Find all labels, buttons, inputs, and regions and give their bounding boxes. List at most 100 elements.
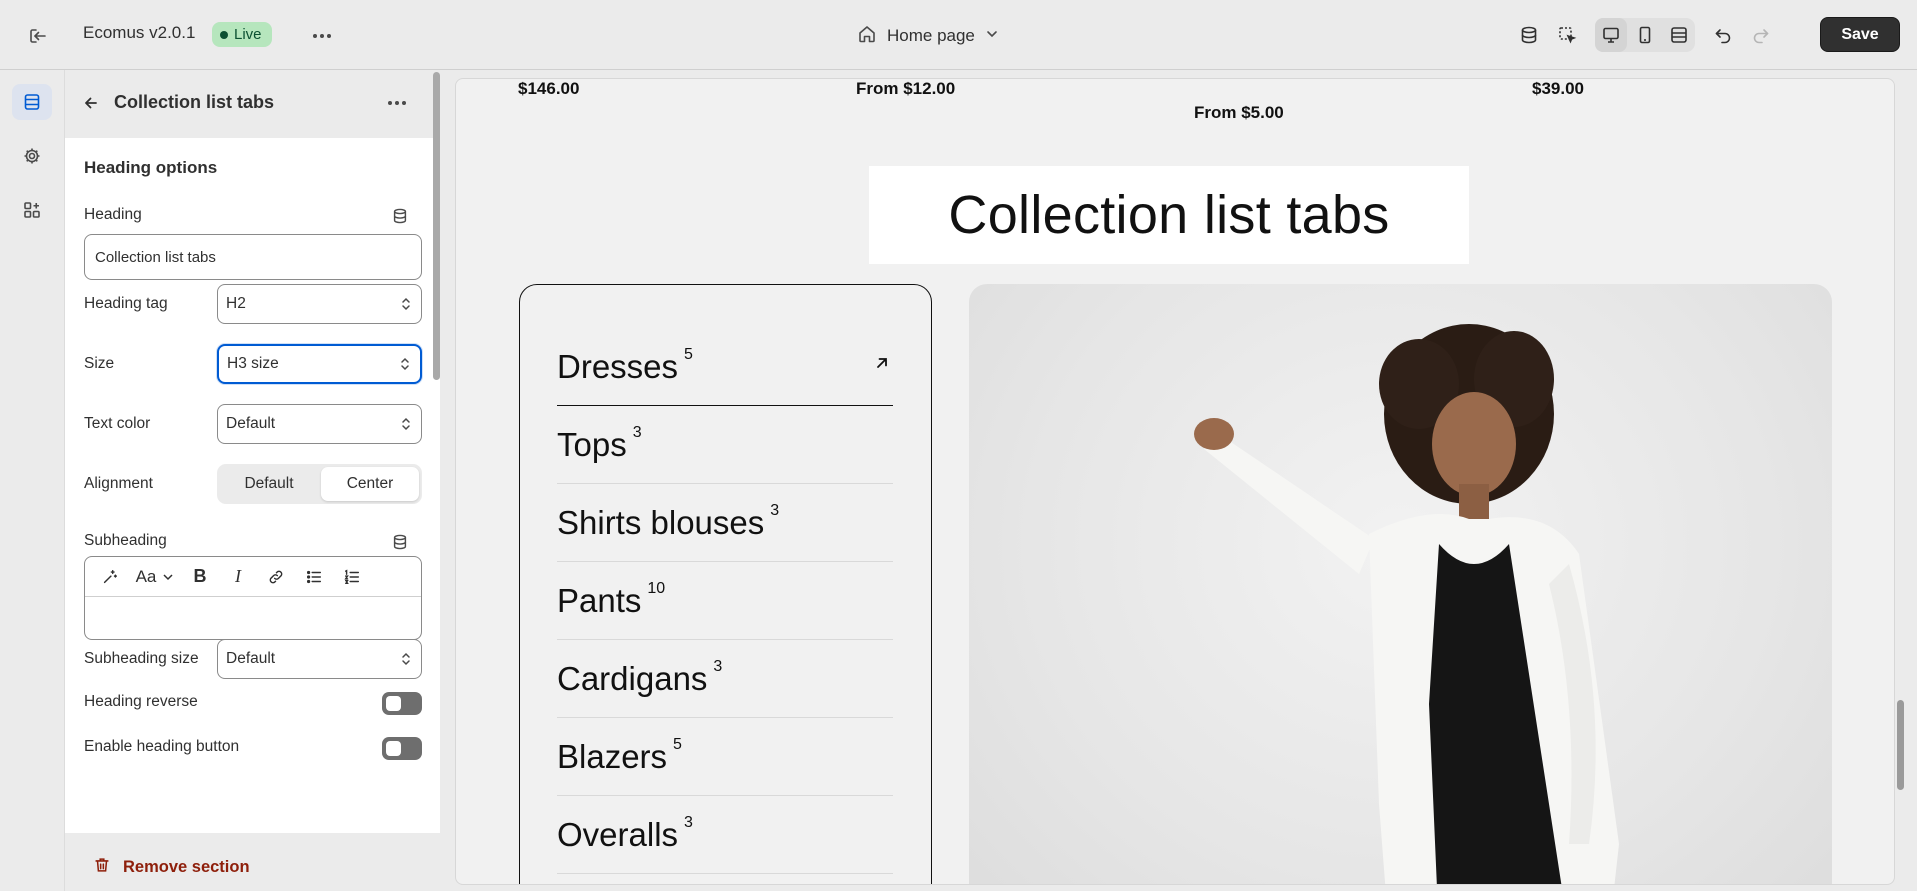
heading-reverse-toggle[interactable] [382,692,422,715]
panel-title: Collection list tabs [114,92,275,112]
tab-count: 5 [673,735,682,753]
tab-name: Cardigans [557,659,708,697]
exit-icon[interactable] [24,22,52,50]
collection-tab[interactable]: Dresses 5 [557,328,893,406]
magic-icon[interactable] [93,562,127,592]
trash-icon [93,856,111,879]
heading-tag-value: H2 [226,295,246,312]
collection-tab[interactable]: Tops 3 [557,406,893,484]
page-selector-label: Home page [887,26,975,45]
page-selector[interactable]: Home page [857,20,999,52]
text-color-label: Text color [84,415,151,432]
select-chevron-icon [399,294,413,314]
select-chevron-icon [399,649,413,669]
mobile-view-icon[interactable] [1629,18,1661,52]
alignment-label: Alignment [84,475,153,492]
tab-name: Blazers [557,737,668,775]
undo-icon[interactable] [1707,18,1739,52]
bold-icon[interactable]: B [183,562,217,592]
text-color-select[interactable]: Default [217,404,422,444]
section-more-icon[interactable] [383,90,411,116]
tab-count: 10 [647,579,666,597]
toggle-knob [386,741,401,756]
tab-count: 5 [684,345,693,363]
collection-tab[interactable]: Shirts blouses 3 [557,484,893,562]
dynamic-source-icon[interactable] [390,532,410,552]
heading-input[interactable]: Collection list tabs [84,234,422,280]
select-chevron-icon [399,414,413,434]
apps-icon[interactable] [12,192,52,228]
alignment-option-center[interactable]: Center [321,467,419,501]
text-color-value: Default [226,415,276,432]
heading-tag-label: Heading tag [84,295,168,312]
product-price: $146.00 [518,79,580,98]
save-button[interactable]: Save [1820,17,1900,52]
product-price: From $12.00 [856,79,956,98]
alignment-segmented: Default Center [217,464,422,504]
link-icon[interactable] [259,562,293,592]
tab-name: Dresses [557,347,679,385]
italic-icon[interactable]: I [221,562,255,592]
size-select[interactable]: H3 size [217,344,422,384]
subheading-label: Subheading [84,532,167,549]
size-label: Size [84,355,115,372]
arrow-up-right-icon [873,354,893,374]
remove-section-label: Remove section [123,858,250,876]
tab-count: 3 [632,423,642,441]
panel-header: Collection list tabs [65,70,445,136]
tab-name: Overalls [557,815,679,853]
database-sync-icon[interactable] [1513,18,1545,52]
rich-text-toolbar: Aa B I [85,557,421,597]
size-value: H3 size [227,355,279,372]
collection-tab[interactable]: Pants 10 [557,562,893,640]
live-badge-label: Live [234,26,262,43]
collection-image [969,284,1832,884]
bullet-list-icon[interactable] [297,562,331,592]
gear-icon[interactable] [12,138,52,174]
collection-tab[interactable]: Blazers 5 [557,718,893,796]
subheading-editor[interactable] [85,597,421,639]
heading-reverse-label: Heading reverse [84,693,198,710]
subheading-size-label: Subheading size [84,650,199,667]
collection-tab[interactable]: Overalls 3 [557,796,893,874]
alignment-option-default[interactable]: Default [220,467,318,501]
live-badge: Live [212,22,272,47]
toggle-knob [386,696,401,711]
more-actions-icon[interactable] [308,22,336,50]
section-heading[interactable]: Collection list tabs [869,166,1469,264]
heading-options-title: Heading options [84,158,218,177]
enable-heading-button-toggle[interactable] [382,737,422,760]
collection-tab[interactable]: Cardigans 3 [557,640,893,718]
heading-label: Heading [84,206,142,223]
preview-scrollbar[interactable] [1897,700,1904,790]
collection-tabs-list: Dresses 5 Tops 3 Shirts blouses 3 Pants … [519,284,932,884]
fullscreen-view-icon[interactable] [1663,18,1695,52]
font-style-icon[interactable]: Aa [131,562,179,592]
panel-scrollbar[interactable] [433,72,440,380]
tab-name: Tops [557,425,627,463]
product-price: From $5.00 [1194,103,1284,122]
inspector-select-icon[interactable] [1551,18,1583,52]
dynamic-source-icon[interactable] [390,206,410,226]
select-chevron-icon [398,354,412,374]
heading-tag-select[interactable]: H2 [217,284,422,324]
settings-panel: Collection list tabs Heading options Hea… [65,70,445,891]
model-photo-illustration [1194,324,1619,884]
subheading-rich-text: Aa B I [84,556,422,640]
tab-count: 3 [684,813,693,831]
chevron-down-icon [985,26,999,46]
home-icon [857,24,877,49]
settings-card: Heading options Heading Collection list … [65,138,440,833]
desktop-view-icon[interactable] [1595,18,1627,52]
back-arrow-icon[interactable] [80,92,102,114]
subheading-size-select[interactable]: Default [217,639,422,679]
subheading-size-value: Default [226,650,276,667]
redo-icon[interactable] [1745,18,1777,52]
sections-icon[interactable] [12,84,52,120]
product-price: $39.00 [1532,79,1584,98]
numbered-list-icon[interactable] [335,562,369,592]
toolbar-right [1513,18,1777,52]
remove-section-button[interactable]: Remove section [93,856,250,879]
tab-name: Pants [557,581,642,619]
tab-count: 3 [713,657,723,675]
